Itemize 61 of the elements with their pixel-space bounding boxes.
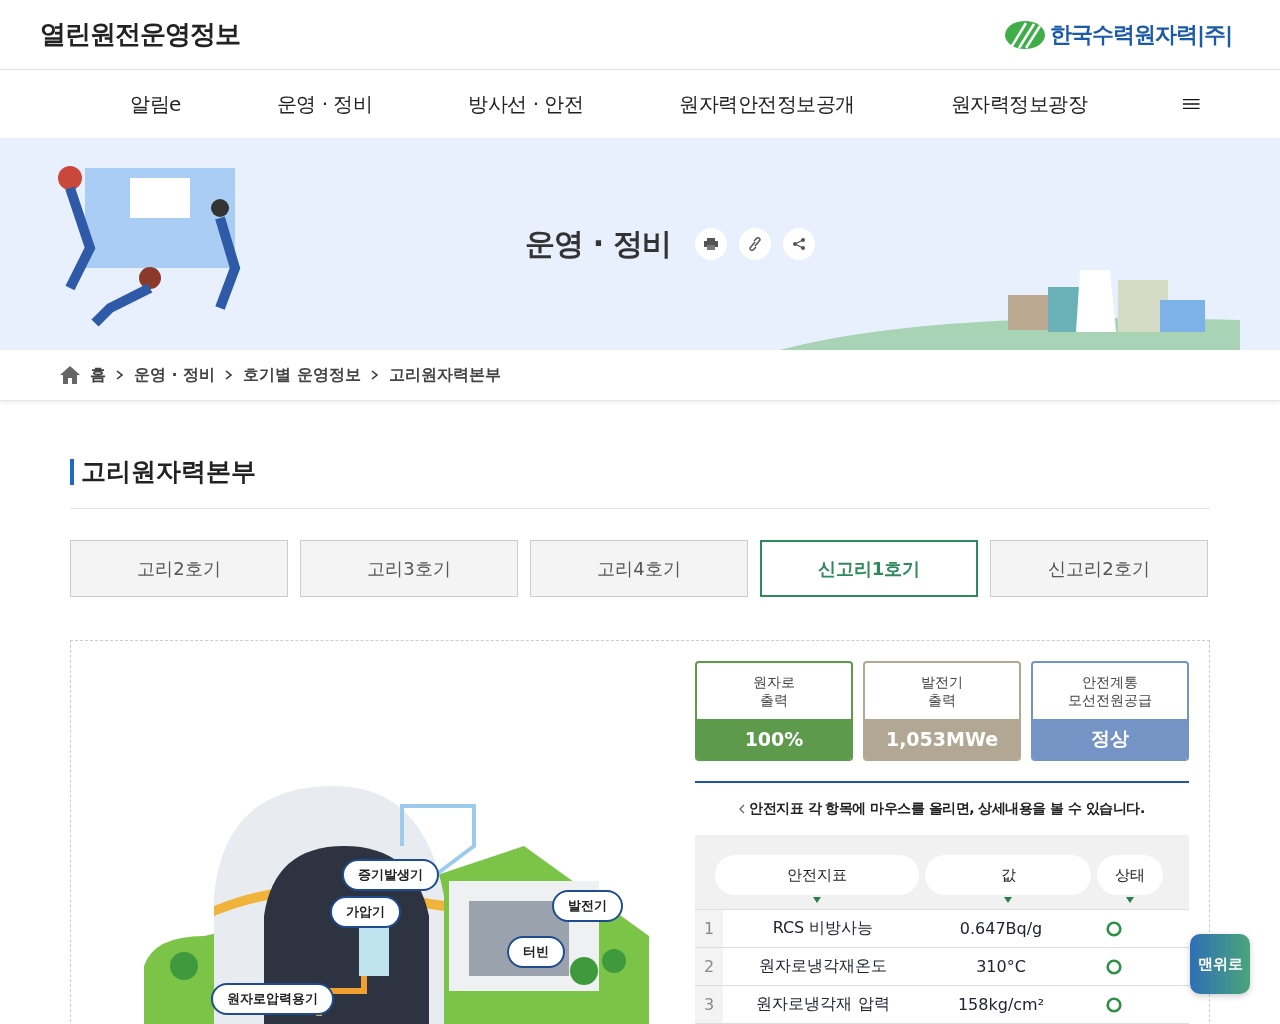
link-icon [748,237,761,251]
separator-icon [370,370,379,380]
unit-tab[interactable]: 고리4호기 [530,540,748,597]
card-label: 안전계통 모선전원공급 [1067,673,1153,710]
sort-arrow-icon[interactable] [813,897,821,903]
separator-icon [116,370,124,380]
card-label: 발전기 출력 [920,673,964,710]
equipment-label[interactable]: 터빈 [507,936,565,968]
card-value: 1,053MWe [865,719,1019,759]
row-number: 2 [695,948,723,985]
breadcrumb-link[interactable]: 운영 · 정비 [134,364,216,386]
status-ok-icon [1106,958,1122,975]
page-title: 운영 · 정비 [525,224,671,263]
equipment-label[interactable]: 가압기 [330,896,401,928]
hint-text: 안전지표 각 항목에 마우스를 올리면, 상세내용을 볼 수 있습니다. [749,800,1145,818]
back-to-top-button[interactable]: 맨위로 [1190,934,1250,994]
unit-tab[interactable]: 신고리2호기 [990,540,1208,597]
nav-item[interactable]: 방사선 · 안전 [468,90,584,118]
breadcrumb-link[interactable]: 호기별 운영정보 [243,364,361,386]
breadcrumb-link[interactable]: 홈 [90,364,106,386]
table-cell-text: 원자로냉각재 압력 [755,994,891,1015]
breadcrumb-link[interactable]: 고리원자력본부 [388,364,501,386]
logo-icon [1003,19,1046,50]
table-cell-text: 310°C [975,957,1027,976]
table-cell-text: 0.647Bq/g [958,919,1044,938]
link-button[interactable] [738,228,771,260]
nav-item[interactable]: 운영 · 정비 [276,90,373,118]
column-header[interactable]: 값 [925,855,1091,895]
print-icon [703,238,718,250]
card-label: 원자로 출력 [752,673,796,710]
section-title: 고리원자력본부 [70,459,1210,485]
table-cell-text: 158kg/cm² [956,995,1046,1014]
column-header[interactable]: 상태 [1097,855,1163,895]
table-cell-text: RCS 비방사능 [771,918,875,939]
home-icon[interactable] [60,366,80,384]
row-number: 3 [695,986,723,1023]
status-ok-icon [1106,920,1122,937]
unit-tab[interactable]: 고리2호기 [70,540,288,597]
column-header[interactable]: 안전지표 [715,855,919,895]
nav-item[interactable]: 원자력정보광장 [950,90,1088,118]
card-value: 정상 [1033,719,1187,759]
unit-tab[interactable]: 고리3호기 [300,540,518,597]
share-icon [791,237,806,251]
status-ok-icon [1106,996,1122,1013]
unit-tab[interactable]: 신고리1호기 [760,540,978,597]
sort-arrow-icon[interactable] [1004,897,1012,903]
card-value: 100% [697,719,851,759]
table-cell-text: 원자로냉각재온도 [758,956,888,977]
equipment-label[interactable]: 발전기 [552,890,623,922]
nav-item[interactable]: 알림e [130,90,181,118]
print-button[interactable] [694,228,727,260]
share-button[interactable] [782,228,815,260]
site-title[interactable]: 열린원전운영정보 [40,17,240,52]
separator-icon [225,370,234,380]
row-number: 1 [695,910,723,947]
equipment-label[interactable]: 증기발생기 [342,859,439,891]
equipment-label[interactable]: 원자로압력용기 [211,983,334,1015]
chevron-icon [739,804,746,814]
nav-item[interactable]: 원자력안전정보공개 [679,90,855,118]
logo-text[interactable]: 한국수력원자력|주| [1049,19,1232,50]
sort-arrow-icon[interactable] [1126,897,1134,903]
